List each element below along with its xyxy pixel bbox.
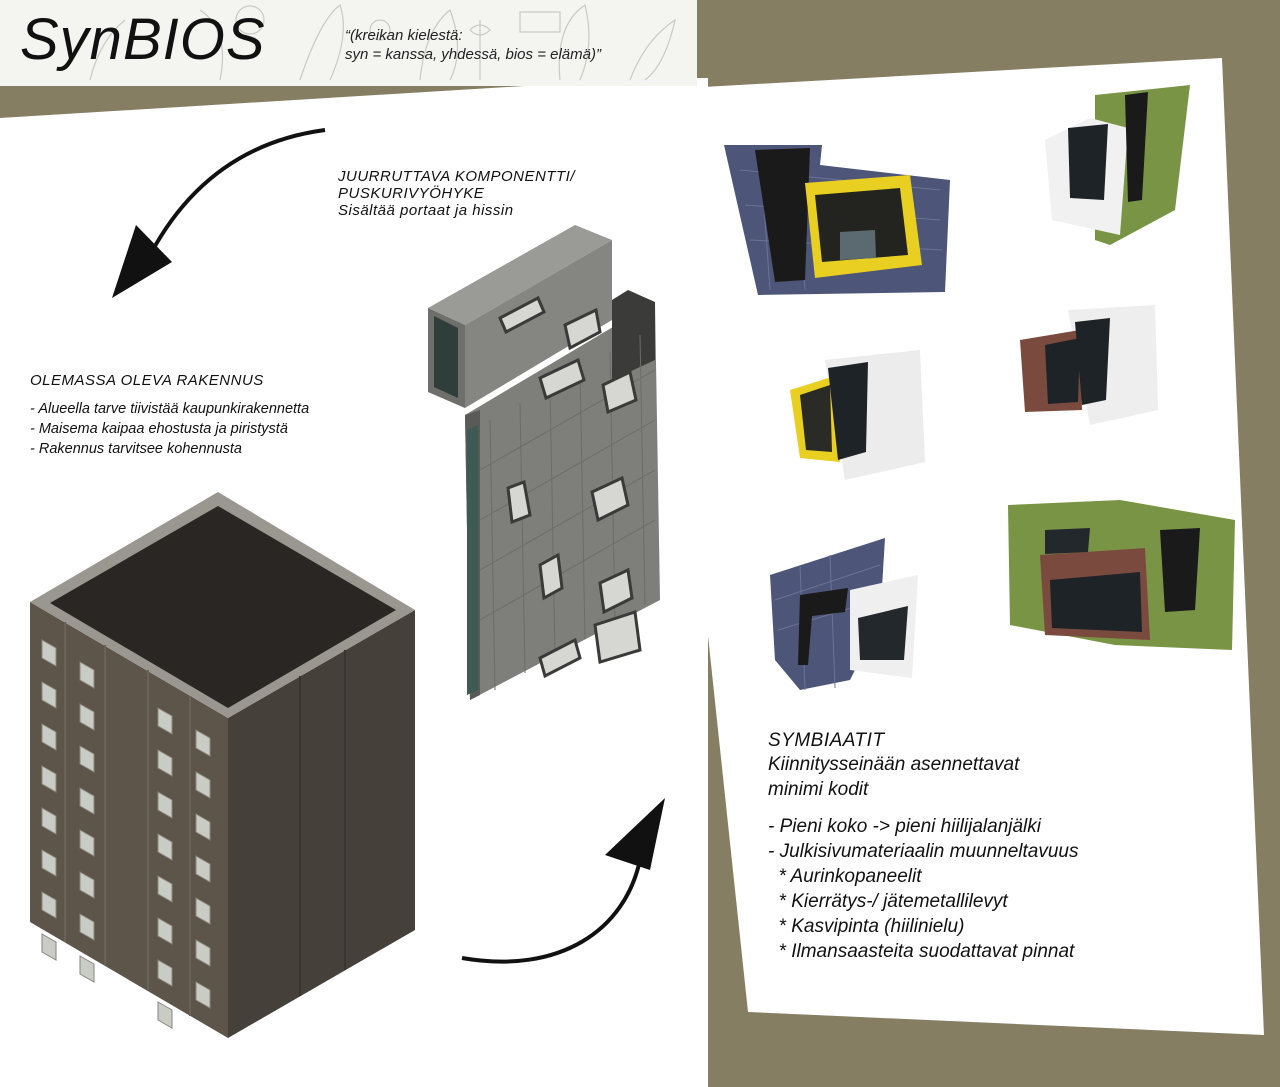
symbiate-green-brown [1008,500,1235,650]
symbiate-solar-yellow [724,145,950,295]
symbiates-illustrations [724,85,1235,691]
symbiate-brown-white [1020,305,1158,425]
symbiate-blue-white [770,538,918,691]
symbiate-white-yellow [790,350,925,480]
symbiate-white-green [1045,85,1190,245]
